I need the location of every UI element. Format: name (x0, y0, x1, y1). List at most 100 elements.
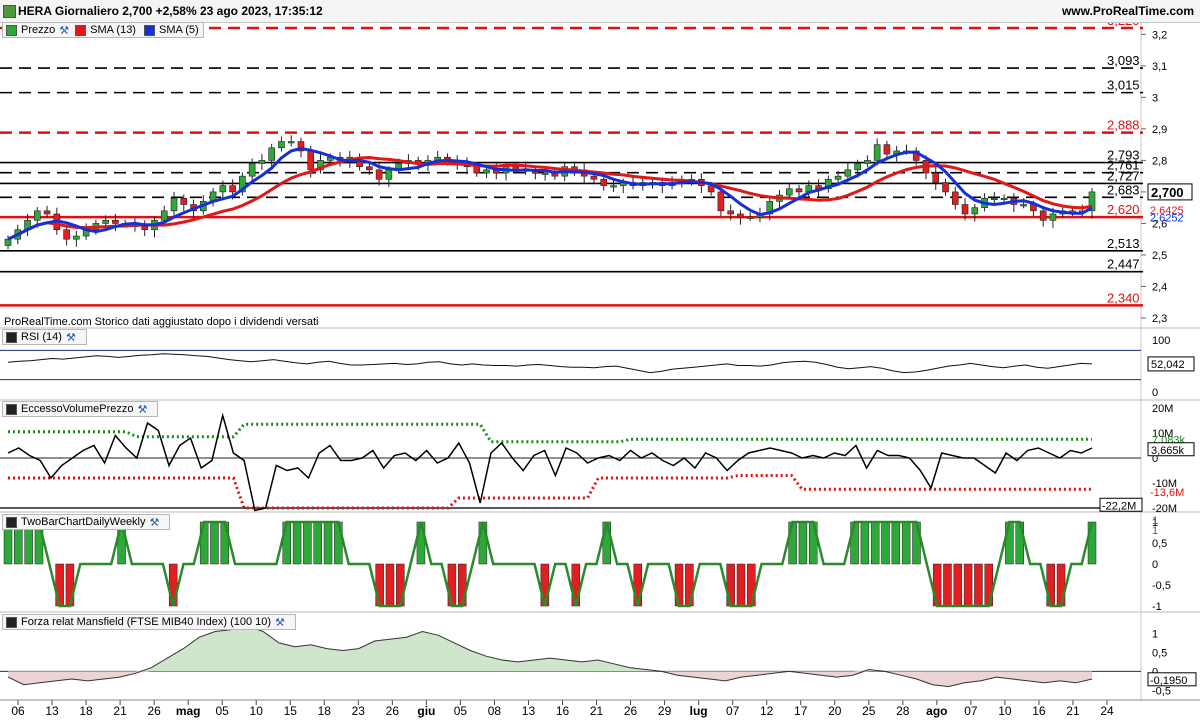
rsi-legend-label: RSI (14) (21, 331, 62, 343)
twobar-bar (860, 521, 870, 565)
sma13-line (7, 155, 1093, 241)
twobar-bar (943, 563, 952, 607)
y-tick-label: 20M (1152, 403, 1173, 415)
evp-legend[interactable]: EccessoVolumePrezzo ⚒ (2, 401, 159, 417)
tbc-legend[interactable]: TwoBarChartDailyWeekly ⚒ (2, 514, 171, 530)
twobar-bar (292, 521, 302, 565)
wrench-icon[interactable]: ⚒ (59, 24, 69, 37)
candle (785, 188, 793, 196)
candle (854, 163, 861, 171)
y-tick-label: 3,2 (1152, 29, 1167, 41)
rsi-swatch-icon (6, 331, 17, 343)
candle (307, 150, 315, 171)
rsi-legend[interactable]: RSI (14) ⚒ (2, 329, 87, 345)
evp-upper-threshold (8, 422, 1092, 444)
candle (385, 169, 393, 180)
candle (1049, 213, 1057, 221)
mansfield-negative-area (8, 671, 1092, 687)
candle (942, 182, 949, 193)
x-tick-label: 10 (250, 704, 264, 718)
y-tick-label: -1 (1152, 601, 1162, 613)
candle (112, 219, 119, 224)
candle (961, 204, 969, 215)
wrench-icon[interactable]: ⚒ (138, 403, 148, 416)
twobar-bar (891, 521, 901, 565)
rsi-line (7, 353, 1093, 374)
tbc-swatch-icon (6, 516, 17, 528)
candle (873, 144, 881, 161)
evp-lower-label: -13,6M (1150, 487, 1184, 499)
twobar-bar (210, 521, 219, 565)
candle (1039, 210, 1047, 221)
candle (102, 219, 109, 224)
wrench-icon[interactable]: ⚒ (275, 616, 285, 629)
chart-header: HERA Giornaliero 2,700 +2,58% 23 ago 202… (0, 0, 1200, 23)
candle (248, 163, 256, 177)
x-tick-label: 26 (386, 704, 400, 718)
evp-min-label: -22,2M (1102, 500, 1136, 512)
candle (883, 144, 891, 155)
candle (590, 175, 598, 180)
y-tick-label: 2,3 (1152, 313, 1167, 325)
candle (268, 147, 275, 161)
evp-value-label: 3,665k (1151, 445, 1185, 457)
price-level-label: 2,727 (1107, 168, 1140, 183)
twobar-bar (313, 521, 322, 565)
x-tick-label: 24 (1100, 704, 1114, 718)
candle (746, 216, 754, 219)
x-tick-label: 23 (352, 704, 366, 718)
candle (63, 229, 70, 240)
mansfield-legend[interactable]: Forza relat Mansfield (FTSE MIB40 Index)… (2, 614, 296, 630)
twobar-last-label: 1 (1152, 525, 1158, 537)
candle (180, 197, 188, 205)
twobar-bar (736, 563, 746, 607)
candle (991, 197, 998, 201)
sma13-swatch-icon (75, 24, 87, 36)
y-tick-label: 100 (1152, 335, 1170, 347)
price-level-label: 3,093 (1107, 53, 1140, 68)
x-tick-label: 26 (624, 704, 638, 718)
y-tick-label: 2,9 (1152, 124, 1167, 136)
x-tick-label: 05 (454, 704, 468, 718)
candle (43, 210, 51, 215)
y-tick-label: 0,5 (1152, 647, 1167, 659)
wrench-icon[interactable]: ⚒ (66, 331, 76, 344)
candle (33, 210, 41, 221)
price-level-label: 2,447 (1107, 257, 1140, 272)
candle (1000, 197, 1008, 201)
rsi-value-label: 52,042 (1151, 359, 1185, 371)
wrench-icon[interactable]: ⚒ (150, 516, 160, 529)
x-tick-label: 07 (964, 704, 978, 718)
y-tick-label: 3,1 (1152, 61, 1167, 73)
candle (795, 188, 803, 193)
y-tick-label: 0 (1152, 559, 1158, 571)
candle (141, 226, 149, 231)
candle (600, 179, 608, 186)
candle (844, 169, 852, 177)
mansfield-value-label: -0,1950 (1150, 675, 1187, 687)
y-tick-label: 0 (1152, 387, 1158, 399)
x-tick-label: 26 (147, 704, 161, 718)
price-legend[interactable]: Prezzo ⚒ SMA (13) SMA (5) (2, 22, 204, 38)
mansfield-swatch-icon (6, 616, 17, 628)
x-tick-label: 18 (79, 704, 93, 718)
price-level-label: 2,620 (1107, 202, 1140, 217)
y-tick-label: 1 (1152, 628, 1158, 640)
x-tick-label: 15 (284, 704, 298, 718)
candle (473, 166, 481, 174)
x-tick-label: 25 (862, 704, 876, 718)
x-tick-label: 21 (1066, 704, 1080, 718)
candle (278, 141, 285, 149)
candle-swatch-icon (6, 24, 17, 36)
y-tick-label: -0,5 (1152, 580, 1171, 592)
candle (541, 172, 549, 175)
candle (366, 166, 373, 171)
twobar-bar (385, 563, 395, 607)
candle (1020, 204, 1027, 207)
twobar-bar (323, 521, 333, 565)
candle (717, 191, 725, 212)
x-tick-label: 06 (11, 704, 25, 718)
site-url[interactable]: www.ProRealTime.com (1062, 4, 1194, 18)
candle (483, 169, 490, 174)
chart-type-icon[interactable] (3, 5, 16, 18)
